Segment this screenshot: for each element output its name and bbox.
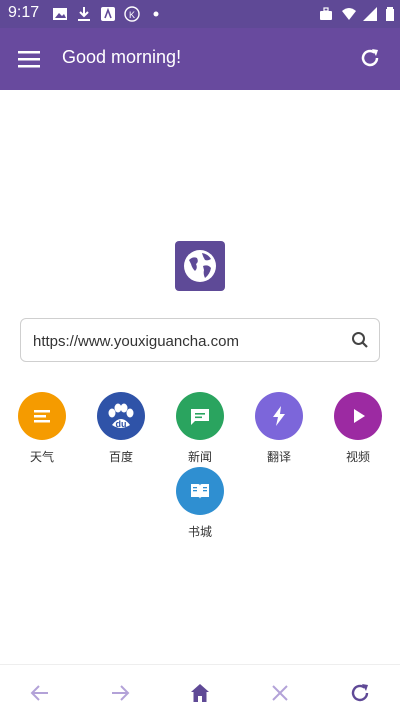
shortcut-weather-circle	[18, 392, 66, 440]
shortcut-video[interactable]: 视频	[318, 392, 398, 465]
shortcut-news[interactable]: 新闻	[160, 392, 240, 465]
shortcut-translate-circle	[255, 392, 303, 440]
shortcut-label: 翻译	[266, 450, 291, 464]
news-icon	[191, 409, 209, 425]
search-icon[interactable]	[351, 331, 369, 349]
home-icon[interactable]	[188, 681, 212, 705]
k-icon: K	[124, 6, 140, 22]
close-icon[interactable]	[268, 681, 292, 705]
video-icon	[354, 409, 365, 423]
svg-text:K: K	[129, 10, 135, 20]
shortcut-label: 新闻	[187, 450, 212, 464]
bottom-nav	[0, 664, 400, 721]
address-bar	[20, 318, 380, 363]
image-icon	[53, 8, 67, 20]
baidu-icon: du	[108, 403, 134, 429]
status-bar: 9:17 K	[0, 0, 400, 28]
download-icon	[78, 7, 90, 21]
signal-icon	[363, 7, 377, 21]
weather-icon	[34, 410, 50, 423]
shortcut-video-circle	[334, 392, 382, 440]
shortcut-weather[interactable]: 天气	[2, 392, 82, 465]
briefcase-icon	[320, 7, 332, 20]
shortcut-news-circle	[176, 392, 224, 440]
shortcut-baidu-circle: du	[97, 392, 145, 440]
globe-logo	[175, 241, 225, 291]
back-icon[interactable]	[28, 681, 52, 705]
status-time: 9:17	[8, 4, 40, 21]
page-title: Good morning!	[62, 47, 182, 67]
battery-icon	[386, 7, 394, 21]
shortcut-books-circle	[176, 467, 224, 515]
reload-icon[interactable]	[358, 46, 382, 70]
shortcut-label: 视频	[345, 450, 370, 464]
app-bar: Good morning!	[0, 28, 400, 90]
wifi-icon	[342, 8, 356, 20]
font-icon	[101, 7, 115, 21]
refresh-icon[interactable]	[348, 681, 372, 705]
shortcut-baidu[interactable]: du 百度	[81, 392, 161, 465]
shortcut-label: 天气	[29, 450, 54, 464]
shortcut-label: 百度	[108, 450, 133, 464]
forward-icon[interactable]	[108, 681, 132, 705]
svg-text:du: du	[116, 419, 127, 429]
dot-icon	[153, 11, 159, 17]
url-input[interactable]	[31, 319, 335, 363]
translate-icon	[273, 406, 285, 426]
shortcut-translate[interactable]: 翻译	[239, 392, 319, 465]
globe-icon	[184, 250, 216, 282]
menu-icon[interactable]	[14, 44, 44, 74]
shortcut-label: 书城	[187, 525, 212, 539]
shortcut-books[interactable]: 书城	[160, 467, 240, 540]
book-icon	[191, 484, 209, 499]
